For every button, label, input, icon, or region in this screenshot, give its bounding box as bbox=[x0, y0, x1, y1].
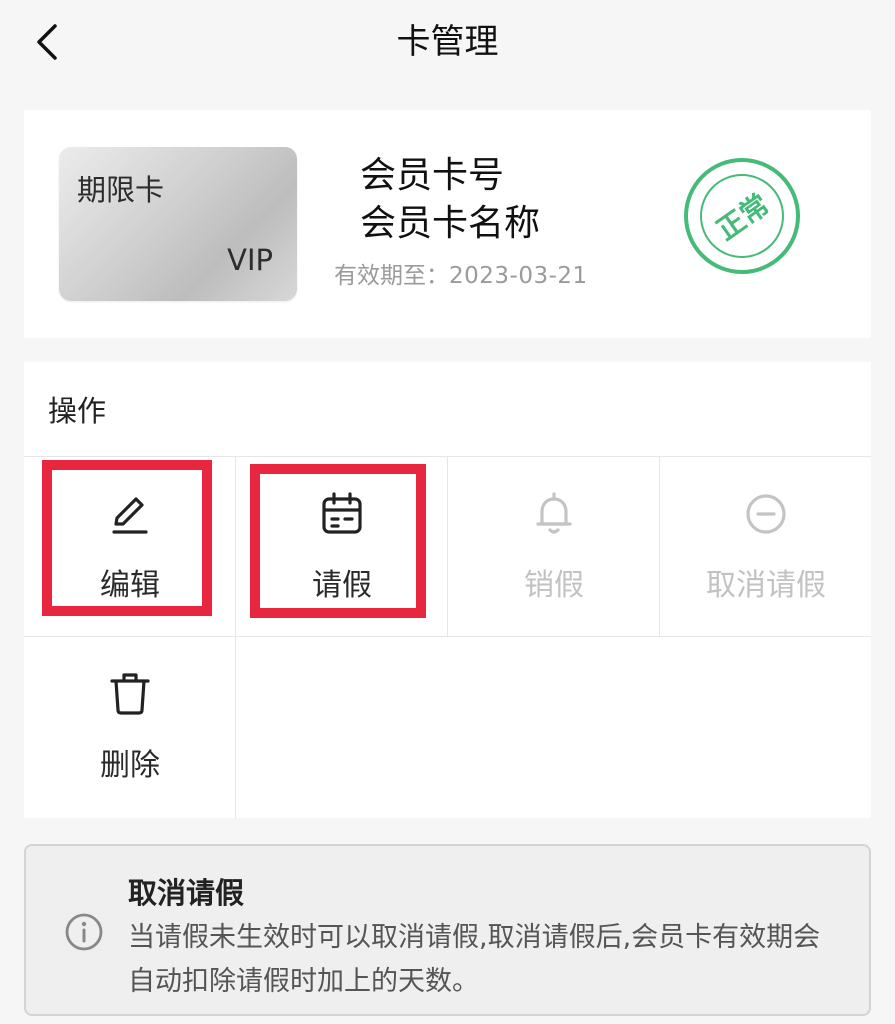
card-name: 会员卡名称 bbox=[360, 203, 541, 244]
page-title: 卡管理 bbox=[396, 22, 499, 62]
edit-button[interactable]: 编辑 bbox=[24, 456, 236, 636]
pencil-icon bbox=[106, 490, 154, 538]
end-leave-button[interactable]: 销假 bbox=[448, 456, 660, 636]
status-stamp-inner: 正常 bbox=[700, 174, 784, 258]
card-type-label: 期限卡 bbox=[77, 173, 165, 207]
card-info: 会员卡号 会员卡名称 有效期至：2023-03-21 bbox=[334, 152, 588, 290]
vip-label: VIP bbox=[227, 243, 273, 277]
delete-label: 删除 bbox=[100, 748, 160, 783]
expiry-date: 2023-03-21 bbox=[449, 263, 588, 289]
card-expiry: 有效期至：2023-03-21 bbox=[334, 256, 588, 290]
expiry-prefix: 有效期至： bbox=[334, 263, 449, 289]
minus-circle-icon bbox=[742, 490, 790, 538]
operations-panel: 操作 编辑 请假 销假 取消请假 删除 bbox=[24, 362, 871, 818]
info-note: 取消请假 当请假未生效时可以取消请假,取消请假后,会员卡有效期会自动扣除请假时加… bbox=[24, 844, 871, 1016]
info-icon bbox=[65, 913, 103, 951]
leave-request-label: 请假 bbox=[312, 568, 372, 603]
bell-icon bbox=[530, 490, 578, 538]
operations-title: 操作 bbox=[48, 394, 107, 428]
status-stamp: 正常 bbox=[684, 158, 800, 274]
card-summary-panel: 期限卡 VIP 会员卡号 会员卡名称 有效期至：2023-03-21 正常 bbox=[24, 110, 871, 338]
trash-icon bbox=[106, 670, 154, 718]
calendar-icon bbox=[318, 490, 366, 538]
app-header: 卡管理 bbox=[0, 0, 895, 86]
cancel-leave-button[interactable]: 取消请假 bbox=[660, 456, 872, 636]
note-title: 取消请假 bbox=[128, 876, 245, 910]
delete-button[interactable]: 删除 bbox=[24, 636, 236, 816]
card-number: 会员卡号 bbox=[360, 155, 505, 196]
vip-card-image: 期限卡 VIP bbox=[59, 147, 297, 301]
cancel-leave-label: 取消请假 bbox=[706, 568, 826, 603]
note-text: 当请假未生效时可以取消请假,取消请假后,会员卡有效期会自动扣除请假时加上的天数。 bbox=[128, 922, 821, 997]
leave-request-button[interactable]: 请假 bbox=[236, 456, 448, 636]
status-stamp-text: 正常 bbox=[710, 187, 776, 247]
end-leave-label: 销假 bbox=[524, 568, 584, 603]
edit-label: 编辑 bbox=[100, 568, 160, 603]
